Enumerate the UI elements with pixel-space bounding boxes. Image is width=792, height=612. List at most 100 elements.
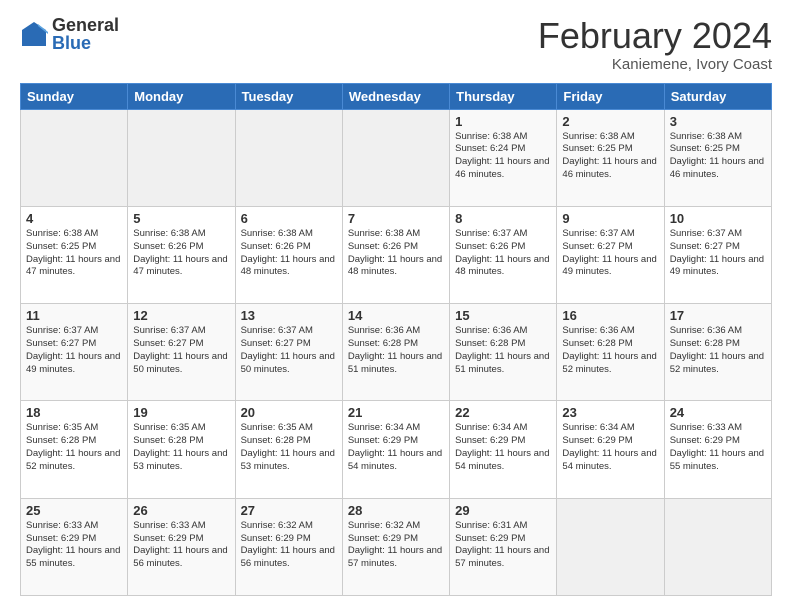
col-header-monday: Monday (128, 83, 235, 109)
day-number: 9 (562, 211, 658, 226)
day-info: Sunrise: 6:38 AM Sunset: 6:25 PM Dayligh… (670, 131, 766, 182)
day-cell: 16Sunrise: 6:36 AM Sunset: 6:28 PM Dayli… (557, 304, 664, 401)
week-row-2: 4 Sunrise: 6:38 AM Sunset: 6:25 PM Daylig… (21, 206, 772, 303)
day-cell: 13 Sunrise: 6:37 AM Sunset: 6:27 PM Dayli… (235, 304, 342, 401)
day-number: 2 (562, 114, 658, 129)
day-info: Sunrise: 6:38 AM Sunset: 6:25 PM Dayligh… (26, 228, 122, 279)
day-info: Sunrise: 6:37 AM Sunset: 6:27 PM Dayligh… (562, 228, 658, 279)
day-info: Sunrise: 6:35 AM Sunset: 6:28 PM Dayligh… (133, 422, 229, 473)
day-cell: 4 Sunrise: 6:38 AM Sunset: 6:25 PM Daylig… (21, 206, 128, 303)
logo-blue-label: Blue (52, 34, 119, 52)
day-cell: 17 Sunrise: 6:36 AM Sunset: 6:28 PM Dayli… (664, 304, 771, 401)
title-month: February 2024 (538, 16, 772, 56)
day-number: 10 (670, 211, 766, 226)
day-number: 14 (348, 308, 444, 323)
day-cell: 15 Sunrise: 6:36 AM Sunset: 6:28 PM Dayli… (450, 304, 557, 401)
day-info: Sunrise: 6:34 AM Sunset: 6:29 PM Dayligh… (562, 422, 658, 473)
day-cell: 25 Sunrise: 6:33 AM Sunset: 6:29 PM Dayli… (21, 498, 128, 595)
week-row-4: 18 Sunrise: 6:35 AM Sunset: 6:28 PM Dayli… (21, 401, 772, 498)
day-cell: 7 Sunrise: 6:38 AM Sunset: 6:26 PM Daylig… (342, 206, 449, 303)
day-info: Sunrise: 6:38 AM Sunset: 6:24 PM Dayligh… (455, 131, 551, 182)
week-row-1: 1 Sunrise: 6:38 AM Sunset: 6:24 PM Daylig… (21, 109, 772, 206)
day-info: Sunrise: 6:35 AM Sunset: 6:28 PM Dayligh… (26, 422, 122, 473)
day-info: Sunrise: 6:32 AM Sunset: 6:29 PM Dayligh… (241, 520, 337, 571)
day-number: 18 (26, 405, 122, 420)
day-cell: 9 Sunrise: 6:37 AM Sunset: 6:27 PM Daylig… (557, 206, 664, 303)
day-cell: 26 Sunrise: 6:33 AM Sunset: 6:29 PM Dayli… (128, 498, 235, 595)
day-cell: 3 Sunrise: 6:38 AM Sunset: 6:25 PM Daylig… (664, 109, 771, 206)
day-cell: 18 Sunrise: 6:35 AM Sunset: 6:28 PM Dayli… (21, 401, 128, 498)
day-number: 21 (348, 405, 444, 420)
day-cell (128, 109, 235, 206)
day-cell: 12Sunrise: 6:37 AM Sunset: 6:27 PM Dayli… (128, 304, 235, 401)
day-number: 24 (670, 405, 766, 420)
day-cell: 23 Sunrise: 6:34 AM Sunset: 6:29 PM Dayli… (557, 401, 664, 498)
day-info: Sunrise: 6:33 AM Sunset: 6:29 PM Dayligh… (133, 520, 229, 571)
day-info: Sunrise: 6:34 AM Sunset: 6:29 PM Dayligh… (455, 422, 551, 473)
day-cell: 20 Sunrise: 6:35 AM Sunset: 6:28 PM Dayli… (235, 401, 342, 498)
day-info: Sunrise: 6:37 AM Sunset: 6:27 PM Dayligh… (26, 325, 122, 376)
day-number: 16 (562, 308, 658, 323)
page: General Blue February 2024 Kaniemene, Iv… (0, 0, 792, 612)
day-number: 6 (241, 211, 337, 226)
day-info: Sunrise: 6:37 AM Sunset: 6:26 PM Dayligh… (455, 228, 551, 279)
day-cell: 11Sunrise: 6:37 AM Sunset: 6:27 PM Dayli… (21, 304, 128, 401)
day-cell: 21 Sunrise: 6:34 AM Sunset: 6:29 PM Dayli… (342, 401, 449, 498)
day-cell: 8Sunrise: 6:37 AM Sunset: 6:26 PM Daylig… (450, 206, 557, 303)
day-info: Sunrise: 6:36 AM Sunset: 6:28 PM Dayligh… (455, 325, 551, 376)
day-number: 7 (348, 211, 444, 226)
day-info: Sunrise: 6:38 AM Sunset: 6:26 PM Dayligh… (348, 228, 444, 279)
logo: General Blue (20, 16, 119, 52)
logo-general-label: General (52, 16, 119, 34)
day-number: 17 (670, 308, 766, 323)
day-info: Sunrise: 6:35 AM Sunset: 6:28 PM Dayligh… (241, 422, 337, 473)
day-cell: 6Sunrise: 6:38 AM Sunset: 6:26 PM Daylig… (235, 206, 342, 303)
day-info: Sunrise: 6:37 AM Sunset: 6:27 PM Dayligh… (241, 325, 337, 376)
col-header-sunday: Sunday (21, 83, 128, 109)
header: General Blue February 2024 Kaniemene, Iv… (20, 16, 772, 73)
day-number: 23 (562, 405, 658, 420)
day-info: Sunrise: 6:37 AM Sunset: 6:27 PM Dayligh… (670, 228, 766, 279)
day-cell (342, 109, 449, 206)
day-cell: 2 Sunrise: 6:38 AM Sunset: 6:25 PM Daylig… (557, 109, 664, 206)
day-cell (235, 109, 342, 206)
day-info: Sunrise: 6:38 AM Sunset: 6:25 PM Dayligh… (562, 131, 658, 182)
day-cell: 28Sunrise: 6:32 AM Sunset: 6:29 PM Dayli… (342, 498, 449, 595)
day-number: 22 (455, 405, 551, 420)
day-number: 5 (133, 211, 229, 226)
day-info: Sunrise: 6:34 AM Sunset: 6:29 PM Dayligh… (348, 422, 444, 473)
day-info: Sunrise: 6:31 AM Sunset: 6:29 PM Dayligh… (455, 520, 551, 571)
day-cell: 29 Sunrise: 6:31 AM Sunset: 6:29 PM Dayli… (450, 498, 557, 595)
day-number: 1 (455, 114, 551, 129)
day-cell: 1 Sunrise: 6:38 AM Sunset: 6:24 PM Daylig… (450, 109, 557, 206)
day-info: Sunrise: 6:32 AM Sunset: 6:29 PM Dayligh… (348, 520, 444, 571)
col-header-friday: Friday (557, 83, 664, 109)
day-cell: 27Sunrise: 6:32 AM Sunset: 6:29 PM Dayli… (235, 498, 342, 595)
title-block: February 2024 Kaniemene, Ivory Coast (538, 16, 772, 73)
col-header-thursday: Thursday (450, 83, 557, 109)
day-number: 29 (455, 503, 551, 518)
day-cell (21, 109, 128, 206)
day-number: 13 (241, 308, 337, 323)
day-cell (557, 498, 664, 595)
header-row: SundayMondayTuesdayWednesdayThursdayFrid… (21, 83, 772, 109)
day-info: Sunrise: 6:33 AM Sunset: 6:29 PM Dayligh… (26, 520, 122, 571)
day-cell: 22 Sunrise: 6:34 AM Sunset: 6:29 PM Dayli… (450, 401, 557, 498)
day-number: 20 (241, 405, 337, 420)
week-row-3: 11Sunrise: 6:37 AM Sunset: 6:27 PM Dayli… (21, 304, 772, 401)
day-number: 26 (133, 503, 229, 518)
day-number: 19 (133, 405, 229, 420)
week-row-5: 25 Sunrise: 6:33 AM Sunset: 6:29 PM Dayli… (21, 498, 772, 595)
day-number: 15 (455, 308, 551, 323)
day-info: Sunrise: 6:33 AM Sunset: 6:29 PM Dayligh… (670, 422, 766, 473)
day-cell (664, 498, 771, 595)
day-cell: 5Sunrise: 6:38 AM Sunset: 6:26 PM Daylig… (128, 206, 235, 303)
day-info: Sunrise: 6:36 AM Sunset: 6:28 PM Dayligh… (348, 325, 444, 376)
col-header-tuesday: Tuesday (235, 83, 342, 109)
day-info: Sunrise: 6:36 AM Sunset: 6:28 PM Dayligh… (670, 325, 766, 376)
day-info: Sunrise: 6:37 AM Sunset: 6:27 PM Dayligh… (133, 325, 229, 376)
day-number: 3 (670, 114, 766, 129)
day-cell: 19 Sunrise: 6:35 AM Sunset: 6:28 PM Dayli… (128, 401, 235, 498)
day-number: 25 (26, 503, 122, 518)
day-number: 4 (26, 211, 122, 226)
